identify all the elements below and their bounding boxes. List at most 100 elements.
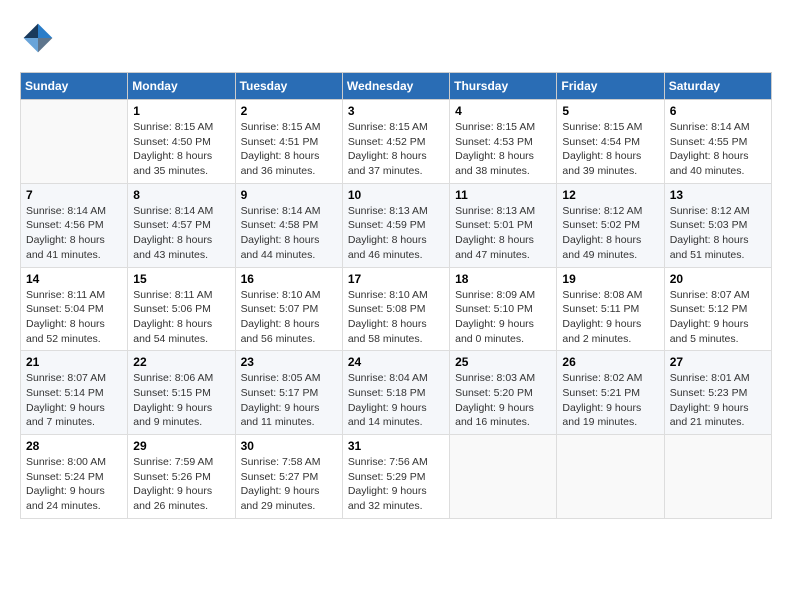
day-number: 4 <box>455 104 551 118</box>
calendar-cell <box>557 435 664 519</box>
day-number: 17 <box>348 272 444 286</box>
calendar-cell: 21 Sunrise: 8:07 AM Sunset: 5:14 PM Dayli… <box>21 351 128 435</box>
day-number: 11 <box>455 188 551 202</box>
calendar-cell: 27 Sunrise: 8:01 AM Sunset: 5:23 PM Dayli… <box>664 351 771 435</box>
day-number: 10 <box>348 188 444 202</box>
day-number: 14 <box>26 272 122 286</box>
day-info: Sunrise: 8:07 AM Sunset: 5:12 PM Dayligh… <box>670 288 766 347</box>
day-info: Sunrise: 8:14 AM Sunset: 4:56 PM Dayligh… <box>26 204 122 263</box>
day-info: Sunrise: 8:15 AM Sunset: 4:50 PM Dayligh… <box>133 120 229 179</box>
calendar-cell: 26 Sunrise: 8:02 AM Sunset: 5:21 PM Dayli… <box>557 351 664 435</box>
calendar-cell: 23 Sunrise: 8:05 AM Sunset: 5:17 PM Dayli… <box>235 351 342 435</box>
day-info: Sunrise: 8:15 AM Sunset: 4:52 PM Dayligh… <box>348 120 444 179</box>
day-number: 21 <box>26 355 122 369</box>
day-info: Sunrise: 8:13 AM Sunset: 4:59 PM Dayligh… <box>348 204 444 263</box>
weekday-friday: Friday <box>557 73 664 100</box>
day-info: Sunrise: 8:09 AM Sunset: 5:10 PM Dayligh… <box>455 288 551 347</box>
day-info: Sunrise: 8:15 AM Sunset: 4:54 PM Dayligh… <box>562 120 658 179</box>
day-number: 20 <box>670 272 766 286</box>
calendar-cell: 17 Sunrise: 8:10 AM Sunset: 5:08 PM Dayli… <box>342 267 449 351</box>
logo <box>20 20 60 56</box>
day-number: 26 <box>562 355 658 369</box>
day-number: 24 <box>348 355 444 369</box>
calendar-cell: 25 Sunrise: 8:03 AM Sunset: 5:20 PM Dayli… <box>450 351 557 435</box>
day-number: 16 <box>241 272 337 286</box>
weekday-sunday: Sunday <box>21 73 128 100</box>
calendar-cell: 6 Sunrise: 8:14 AM Sunset: 4:55 PM Daylig… <box>664 100 771 184</box>
calendar-cell: 10 Sunrise: 8:13 AM Sunset: 4:59 PM Dayli… <box>342 183 449 267</box>
day-info: Sunrise: 8:07 AM Sunset: 5:14 PM Dayligh… <box>26 371 122 430</box>
day-number: 8 <box>133 188 229 202</box>
day-number: 27 <box>670 355 766 369</box>
day-info: Sunrise: 7:56 AM Sunset: 5:29 PM Dayligh… <box>348 455 444 514</box>
day-number: 7 <box>26 188 122 202</box>
calendar-cell: 7 Sunrise: 8:14 AM Sunset: 4:56 PM Daylig… <box>21 183 128 267</box>
calendar-table: SundayMondayTuesdayWednesdayThursdayFrid… <box>20 72 772 519</box>
calendar-body: 1 Sunrise: 8:15 AM Sunset: 4:50 PM Daylig… <box>21 100 772 519</box>
day-info: Sunrise: 8:14 AM Sunset: 4:58 PM Dayligh… <box>241 204 337 263</box>
day-info: Sunrise: 8:10 AM Sunset: 5:08 PM Dayligh… <box>348 288 444 347</box>
calendar-cell: 11Sunrise: 8:13 AM Sunset: 5:01 PM Dayli… <box>450 183 557 267</box>
weekday-tuesday: Tuesday <box>235 73 342 100</box>
calendar-cell: 15 Sunrise: 8:11 AM Sunset: 5:06 PM Dayli… <box>128 267 235 351</box>
day-info: Sunrise: 8:12 AM Sunset: 5:03 PM Dayligh… <box>670 204 766 263</box>
day-number: 28 <box>26 439 122 453</box>
weekday-wednesday: Wednesday <box>342 73 449 100</box>
day-number: 22 <box>133 355 229 369</box>
day-number: 13 <box>670 188 766 202</box>
calendar-cell: 28 Sunrise: 8:00 AM Sunset: 5:24 PM Dayli… <box>21 435 128 519</box>
day-info: Sunrise: 8:04 AM Sunset: 5:18 PM Dayligh… <box>348 371 444 430</box>
calendar-cell: 12Sunrise: 8:12 AM Sunset: 5:02 PM Dayli… <box>557 183 664 267</box>
day-number: 15 <box>133 272 229 286</box>
calendar-cell: 16 Sunrise: 8:10 AM Sunset: 5:07 PM Dayli… <box>235 267 342 351</box>
calendar-cell: 13 Sunrise: 8:12 AM Sunset: 5:03 PM Dayli… <box>664 183 771 267</box>
day-number: 23 <box>241 355 337 369</box>
week-row-1: 1 Sunrise: 8:15 AM Sunset: 4:50 PM Daylig… <box>21 100 772 184</box>
page-header <box>20 20 772 56</box>
day-info: Sunrise: 8:02 AM Sunset: 5:21 PM Dayligh… <box>562 371 658 430</box>
week-row-5: 28 Sunrise: 8:00 AM Sunset: 5:24 PM Dayli… <box>21 435 772 519</box>
day-info: Sunrise: 8:14 AM Sunset: 4:57 PM Dayligh… <box>133 204 229 263</box>
day-info: Sunrise: 8:01 AM Sunset: 5:23 PM Dayligh… <box>670 371 766 430</box>
calendar-cell <box>21 100 128 184</box>
day-number: 5 <box>562 104 658 118</box>
calendar-cell: 14 Sunrise: 8:11 AM Sunset: 5:04 PM Dayli… <box>21 267 128 351</box>
day-number: 6 <box>670 104 766 118</box>
weekday-thursday: Thursday <box>450 73 557 100</box>
week-row-3: 14 Sunrise: 8:11 AM Sunset: 5:04 PM Dayli… <box>21 267 772 351</box>
day-number: 9 <box>241 188 337 202</box>
calendar-cell: 22 Sunrise: 8:06 AM Sunset: 5:15 PM Dayli… <box>128 351 235 435</box>
calendar-cell: 18 Sunrise: 8:09 AM Sunset: 5:10 PM Dayli… <box>450 267 557 351</box>
day-info: Sunrise: 8:15 AM Sunset: 4:53 PM Dayligh… <box>455 120 551 179</box>
day-number: 2 <box>241 104 337 118</box>
day-info: Sunrise: 8:03 AM Sunset: 5:20 PM Dayligh… <box>455 371 551 430</box>
day-info: Sunrise: 8:15 AM Sunset: 4:51 PM Dayligh… <box>241 120 337 179</box>
calendar-cell: 2 Sunrise: 8:15 AM Sunset: 4:51 PM Daylig… <box>235 100 342 184</box>
calendar-cell: 9 Sunrise: 8:14 AM Sunset: 4:58 PM Daylig… <box>235 183 342 267</box>
calendar-cell <box>450 435 557 519</box>
day-info: Sunrise: 8:11 AM Sunset: 5:06 PM Dayligh… <box>133 288 229 347</box>
day-info: Sunrise: 8:11 AM Sunset: 5:04 PM Dayligh… <box>26 288 122 347</box>
calendar-cell: 4 Sunrise: 8:15 AM Sunset: 4:53 PM Daylig… <box>450 100 557 184</box>
calendar-cell <box>664 435 771 519</box>
day-info: Sunrise: 7:58 AM Sunset: 5:27 PM Dayligh… <box>241 455 337 514</box>
day-info: Sunrise: 8:05 AM Sunset: 5:17 PM Dayligh… <box>241 371 337 430</box>
day-number: 1 <box>133 104 229 118</box>
calendar-cell: 3Sunrise: 8:15 AM Sunset: 4:52 PM Daylig… <box>342 100 449 184</box>
day-number: 25 <box>455 355 551 369</box>
calendar-cell: 8 Sunrise: 8:14 AM Sunset: 4:57 PM Daylig… <box>128 183 235 267</box>
day-number: 19 <box>562 272 658 286</box>
day-number: 18 <box>455 272 551 286</box>
day-info: Sunrise: 8:10 AM Sunset: 5:07 PM Dayligh… <box>241 288 337 347</box>
day-number: 12 <box>562 188 658 202</box>
day-number: 31 <box>348 439 444 453</box>
day-info: Sunrise: 8:06 AM Sunset: 5:15 PM Dayligh… <box>133 371 229 430</box>
day-info: Sunrise: 7:59 AM Sunset: 5:26 PM Dayligh… <box>133 455 229 514</box>
calendar-cell: 5 Sunrise: 8:15 AM Sunset: 4:54 PM Daylig… <box>557 100 664 184</box>
calendar-cell: 19 Sunrise: 8:08 AM Sunset: 5:11 PM Dayli… <box>557 267 664 351</box>
day-info: Sunrise: 8:14 AM Sunset: 4:55 PM Dayligh… <box>670 120 766 179</box>
calendar-cell: 30Sunrise: 7:58 AM Sunset: 5:27 PM Dayli… <box>235 435 342 519</box>
calendar-cell: 20 Sunrise: 8:07 AM Sunset: 5:12 PM Dayli… <box>664 267 771 351</box>
day-info: Sunrise: 8:08 AM Sunset: 5:11 PM Dayligh… <box>562 288 658 347</box>
day-info: Sunrise: 8:00 AM Sunset: 5:24 PM Dayligh… <box>26 455 122 514</box>
